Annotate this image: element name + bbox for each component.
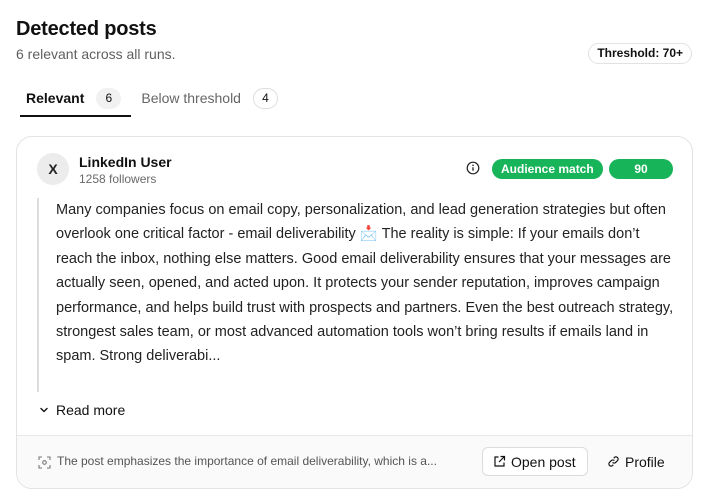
card-footer: The post emphasizes the importance of em… [17,435,692,488]
profile-label: Profile [625,453,665,470]
ai-scan-icon [38,456,51,469]
score-badge: 90 [609,159,673,179]
link-icon [608,456,619,467]
threshold-badge: Threshold: 70+ [588,43,692,64]
tab-below-threshold-count: 4 [252,87,278,109]
post-text: Many companies focus on email copy, pers… [56,202,674,365]
chevron-down-icon [40,407,48,413]
author-followers: 1258 followers [79,172,157,186]
page-subtitle: 6 relevant across all runs. [16,46,176,62]
tab-below-threshold[interactable]: Below threshold 4 [135,84,284,112]
author-name: LinkedIn User [79,154,172,170]
tab-below-threshold-label: Below threshold [141,90,241,106]
read-more-label: Read more [56,402,126,418]
tab-bar: Relevant 6 Below threshold 4 [20,84,284,117]
page-title: Detected posts [16,18,157,40]
avatar: X [37,153,69,185]
tab-relevant[interactable]: Relevant 6 [20,84,132,117]
tab-relevant-count: 6 [96,87,122,109]
profile-button[interactable]: Profile [603,447,669,476]
post-body: Many companies focus on email copy, pers… [37,198,677,392]
read-more-button[interactable]: Read more [38,402,125,418]
open-post-label: Open post [511,453,576,470]
audience-match-badge: Audience match [492,159,603,179]
info-icon[interactable] [466,161,480,175]
external-link-icon [494,455,506,467]
open-post-button[interactable]: Open post [482,447,588,476]
tab-relevant-label: Relevant [26,90,85,106]
post-card: X LinkedIn User 1258 followers Audience … [16,136,693,489]
ai-summary-text: The post emphasizes the importance of em… [57,454,437,468]
